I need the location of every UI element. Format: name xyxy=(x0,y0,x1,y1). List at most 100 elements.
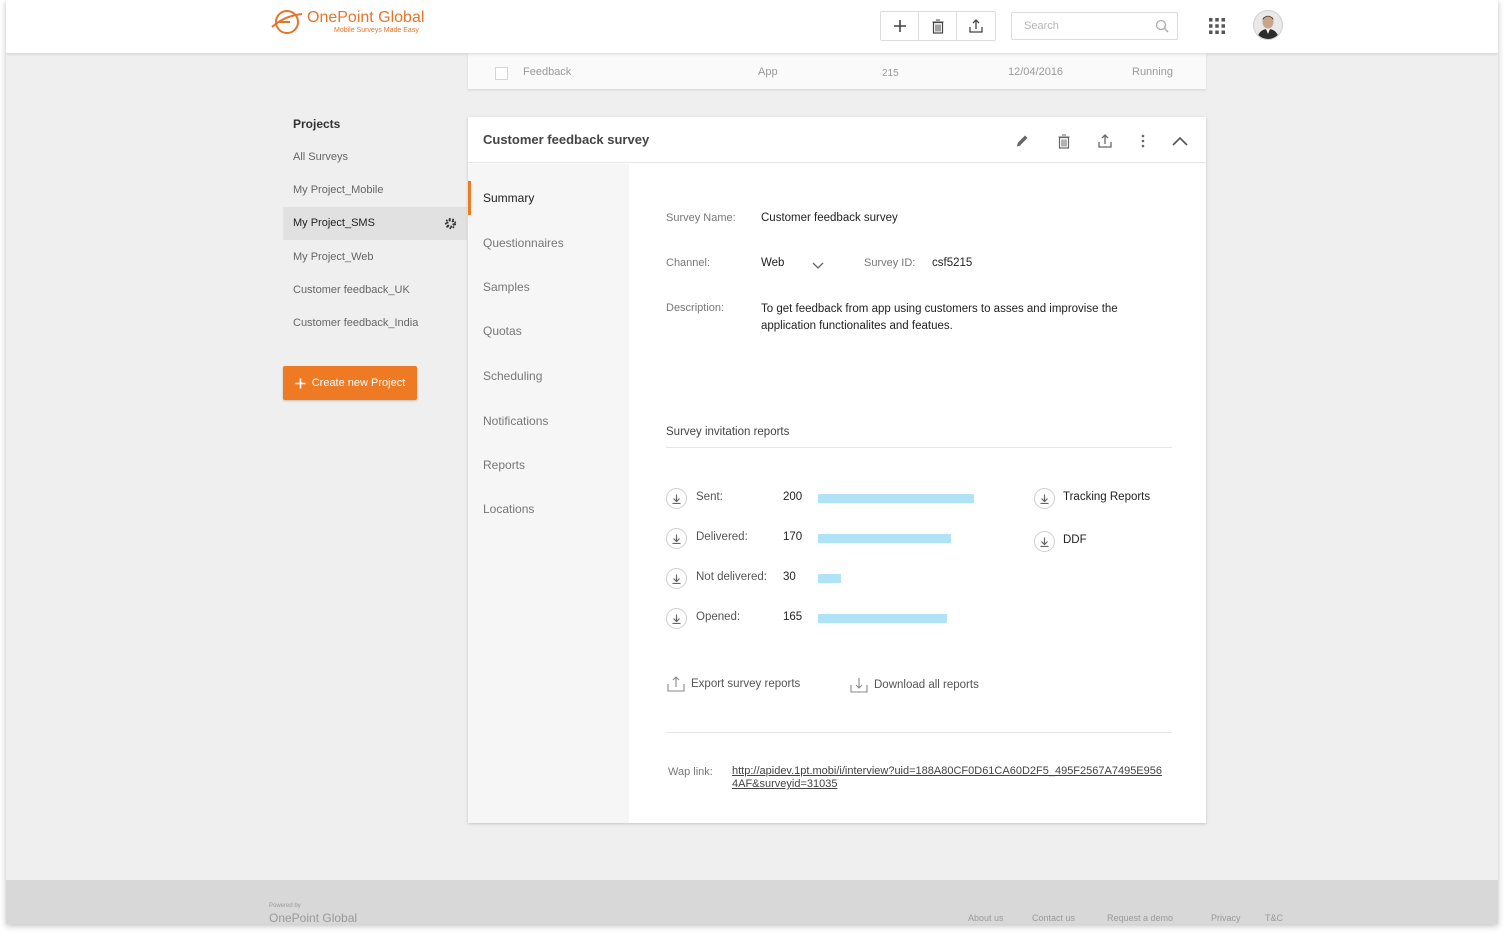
stat-value-not-delivered: 30 xyxy=(783,571,796,583)
download-all-reports-button[interactable]: Download all reports xyxy=(850,677,979,693)
projects-heading: Projects xyxy=(293,117,341,131)
stat-bar-not-delivered xyxy=(818,574,841,583)
channel-label: Channel: xyxy=(666,257,711,269)
nav-questionnaires[interactable]: Questionnaires xyxy=(468,226,629,260)
download-icon xyxy=(1040,494,1049,504)
download-opened-button[interactable] xyxy=(666,608,687,629)
nav-locations[interactable]: Locations xyxy=(468,492,629,526)
stat-value-opened: 165 xyxy=(783,611,803,623)
survey-name-label: Survey Name: xyxy=(666,212,736,224)
pencil-icon xyxy=(1016,135,1028,147)
footer-link-contact[interactable]: Contact us xyxy=(1032,913,1075,923)
trash-icon xyxy=(932,19,943,34)
survey-detail-card: Customer feedback survey Summary Questio… xyxy=(468,117,1206,823)
nav-samples[interactable]: Samples xyxy=(468,270,629,304)
export-survey-reports-button[interactable]: Export survey reports xyxy=(667,676,800,692)
collapse-button[interactable] xyxy=(1171,132,1189,150)
nav-summary[interactable]: Summary xyxy=(468,181,629,215)
project-item-my-project-web[interactable]: My Project_Web xyxy=(283,241,467,274)
stat-value-sent: 200 xyxy=(783,491,803,503)
share-button[interactable] xyxy=(957,12,995,40)
footer-brand: OnePoint Global xyxy=(269,911,358,924)
invitation-reports-title: Survey invitation reports xyxy=(666,426,790,438)
toolbar-group xyxy=(880,11,996,41)
download-delivered-button[interactable] xyxy=(666,528,687,549)
survey-list-row[interactable]: Feedback App 215 12/04/2016 Running xyxy=(468,53,1206,89)
channel-select[interactable]: Web xyxy=(761,254,831,274)
delete-survey-button[interactable] xyxy=(1055,132,1073,150)
powered-by-text: Powered by xyxy=(269,903,301,909)
download-ddf-button[interactable] xyxy=(1034,531,1055,552)
stat-label-delivered: Delivered: xyxy=(696,531,748,543)
stat-bar-sent xyxy=(818,494,974,503)
channel-value: Web xyxy=(761,257,785,269)
brand-tagline: Mobile Surveys Made Easy xyxy=(334,27,419,34)
download-icon xyxy=(1040,537,1049,547)
apps-grid-icon[interactable] xyxy=(1208,17,1226,35)
edit-button[interactable] xyxy=(1013,132,1031,150)
stat-value-delivered: 170 xyxy=(783,531,803,543)
footer-link-privacy[interactable]: Privacy xyxy=(1211,913,1241,923)
divider xyxy=(666,732,1172,733)
summary-panel: Survey Name: Customer feedback survey Ch… xyxy=(629,164,1206,823)
project-item-label: My Project_Web xyxy=(293,251,374,263)
search-icon[interactable] xyxy=(1155,19,1169,33)
project-item-label: My Project_Mobile xyxy=(293,184,384,196)
stat-label-sent: Sent: xyxy=(696,491,723,503)
description-value: To get feedback from app using customers… xyxy=(761,303,1118,332)
delete-button[interactable] xyxy=(919,12,957,40)
project-item-my-project-mobile[interactable]: My Project_Mobile xyxy=(283,174,467,207)
survey-id-value: csf5215 xyxy=(932,257,973,269)
description-label: Description: xyxy=(666,302,725,314)
create-project-label: Create new Project xyxy=(311,377,406,389)
row-status: Running xyxy=(1132,66,1173,78)
more-options-button[interactable] xyxy=(1134,132,1152,150)
wap-link-label: Wap link: xyxy=(668,766,713,778)
add-button[interactable] xyxy=(881,12,919,40)
footer-link-request-demo[interactable]: Request a demo xyxy=(1107,913,1173,923)
row-checkbox[interactable] xyxy=(495,67,508,80)
ddf-link[interactable]: DDF xyxy=(1063,534,1087,546)
row-date: 12/04/2016 xyxy=(1008,66,1064,78)
logo-mark-icon xyxy=(271,10,303,34)
project-item-label: My Project_SMS xyxy=(293,217,375,229)
gear-icon[interactable] xyxy=(444,217,457,230)
download-icon xyxy=(672,534,681,544)
create-project-button[interactable]: Create new Project xyxy=(283,366,417,400)
chevron-down-icon xyxy=(812,262,824,269)
project-item-customer-feedback-uk[interactable]: Customer feedback_UK xyxy=(283,274,467,307)
wap-link[interactable]: http://apidev.1pt.mobi/i/interview?uid=1… xyxy=(732,765,1162,791)
search-input[interactable] xyxy=(1012,13,1152,39)
share-survey-button[interactable] xyxy=(1096,132,1114,150)
download-icon xyxy=(672,614,681,624)
plus-icon xyxy=(893,20,906,32)
nav-quotas[interactable]: Quotas xyxy=(468,314,629,348)
upload-icon xyxy=(1098,134,1112,148)
nav-scheduling[interactable]: Scheduling xyxy=(468,359,629,393)
tracking-reports-link[interactable]: Tracking Reports xyxy=(1063,491,1150,503)
survey-id-label: Survey ID: xyxy=(864,257,916,269)
card-header: Customer feedback survey xyxy=(468,117,1206,163)
download-not-delivered-button[interactable] xyxy=(666,568,687,589)
row-survey-name: Feedback xyxy=(523,66,572,78)
avatar[interactable] xyxy=(1254,11,1282,39)
nav-notifications[interactable]: Notifications xyxy=(468,404,629,438)
download-icon xyxy=(672,494,681,504)
footer-link-about[interactable]: About us xyxy=(968,913,1004,923)
survey-section-nav: Summary Questionnaires Samples Quotas Sc… xyxy=(468,164,629,823)
project-item-all-surveys[interactable]: All Surveys xyxy=(283,141,467,174)
chevron-up-icon xyxy=(1172,136,1188,146)
footer-link-terms[interactable]: T&C xyxy=(1265,913,1283,923)
row-channel: App xyxy=(758,66,778,78)
project-item-customer-feedback-india[interactable]: Customer feedback_India xyxy=(283,307,467,340)
download-sent-button[interactable] xyxy=(666,488,687,509)
download-tracking-button[interactable] xyxy=(1034,488,1055,509)
survey-name-value: Customer feedback survey xyxy=(761,212,898,224)
stat-bar-delivered xyxy=(818,534,951,543)
upload-icon xyxy=(969,19,983,33)
row-count: 215 xyxy=(882,68,899,79)
nav-reports[interactable]: Reports xyxy=(468,448,629,482)
top-bar: OnePoint Global Mobile Surveys Made Easy xyxy=(6,0,1498,53)
export-icon xyxy=(667,676,685,692)
project-item-my-project-sms[interactable]: My Project_SMS xyxy=(283,207,467,240)
